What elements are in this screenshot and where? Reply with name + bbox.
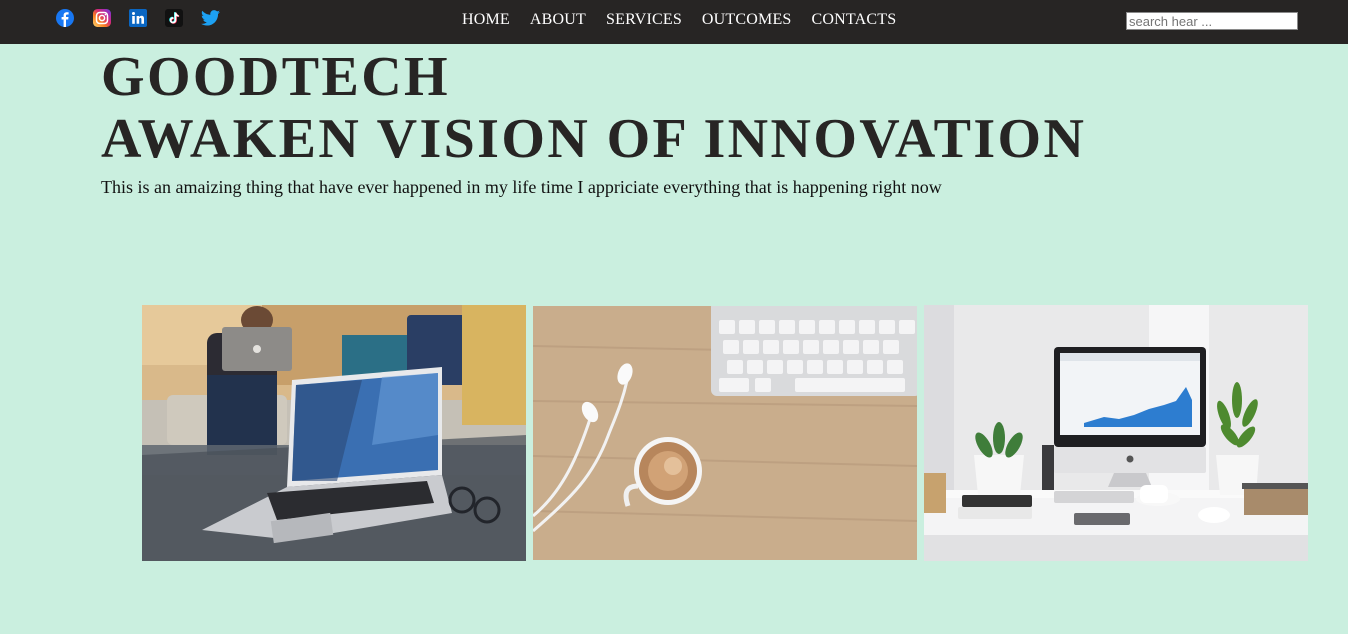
twitter-icon[interactable] [201, 9, 220, 27]
search-input[interactable] [1126, 12, 1298, 30]
nav-home[interactable]: HOME [462, 10, 510, 30]
linkedin-icon[interactable] [129, 9, 147, 27]
top-navbar: HOME ABOUT SERVICES OUTCOMES CONTACTS [0, 0, 1348, 44]
hero-tagline: This is an amaizing thing that have ever… [101, 177, 942, 197]
instagram-icon[interactable] [93, 9, 111, 27]
hero-title-brand: GOODTECH [101, 46, 451, 108]
nav-contacts[interactable]: CONTACTS [812, 10, 897, 30]
tiktok-icon[interactable] [165, 9, 183, 27]
photo-laptop-coffee-table [142, 305, 526, 561]
nav-services[interactable]: SERVICES [606, 10, 682, 30]
facebook-icon[interactable] [56, 9, 74, 27]
nav-outcomes[interactable]: OUTCOMES [702, 10, 792, 30]
hero-title-slogan: AWAKEN VISION OF INNOVATION [101, 108, 1087, 170]
nav-about[interactable]: ABOUT [530, 10, 586, 30]
hero-section: GOODTECH AWAKEN VISION OF INNOVATION Thi… [101, 46, 1086, 198]
main-nav: HOME ABOUT SERVICES OUTCOMES CONTACTS [462, 10, 916, 30]
photo-keyboard-earphones-coffee [533, 306, 917, 560]
photo-imac-desk [924, 305, 1308, 561]
